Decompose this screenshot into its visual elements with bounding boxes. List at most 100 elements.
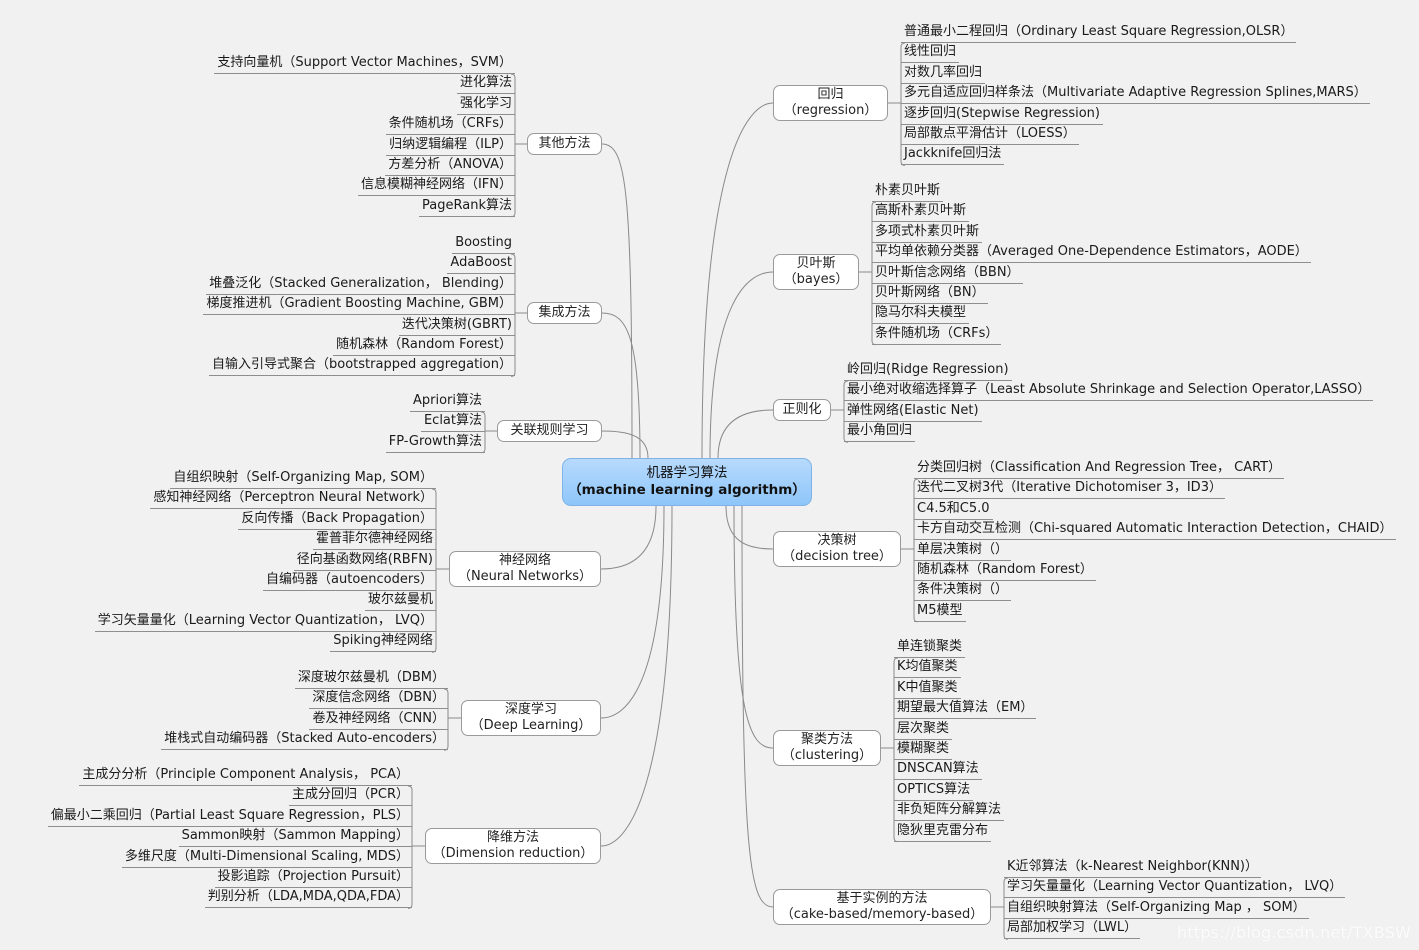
- leaf-item[interactable]: 非负矩阵分解算法: [894, 802, 1005, 822]
- leaf-item[interactable]: Boosting: [452, 235, 515, 254]
- branch-label-en: （bayes）: [783, 272, 849, 287]
- leaf-item[interactable]: 深度玻尔兹曼机（DBM）: [294, 670, 448, 689]
- leaf-item[interactable]: 平均单依赖分类器（Averaged One-Dependence Estimat…: [872, 244, 1311, 264]
- leaf-item[interactable]: 最小角回归: [844, 423, 916, 443]
- leaf-item[interactable]: 强化学习: [456, 96, 515, 115]
- leaf-item[interactable]: 信息模糊神经网络（IFN）: [357, 177, 515, 197]
- connector-root-regularization: [717, 409, 774, 459]
- leaf-item[interactable]: 霍普菲尔德神经网络: [312, 531, 436, 551]
- leaf-item[interactable]: 层次聚类: [894, 721, 953, 740]
- leaf-item[interactable]: 对数几率回归: [901, 65, 986, 84]
- leaf-item[interactable]: 条件随机场（CRFs）: [385, 116, 515, 136]
- branch-node-bayes[interactable]: 贝叶斯 （bayes）: [773, 254, 859, 290]
- leaf-item[interactable]: 模糊聚类: [894, 741, 953, 760]
- leaf-item[interactable]: K均值聚类: [894, 659, 961, 679]
- leaf-item[interactable]: Sammon映射（Sammon Mapping）: [178, 828, 412, 848]
- leaf-item[interactable]: PageRank算法: [419, 198, 515, 217]
- leaf-item[interactable]: K中值聚类: [894, 680, 961, 699]
- leaf-item[interactable]: 线性回归: [901, 44, 960, 64]
- mind-map-canvas: 机器学习算法 （machine learning algorithm） 其他方法…: [0, 0, 1419, 950]
- leaf-item[interactable]: 分类回归树（Classification And Regression Tree…: [914, 460, 1285, 479]
- branch-node-other-methods[interactable]: 其他方法: [527, 133, 602, 155]
- leaf-item[interactable]: 感知神经网络（Perceptron Neural Network）: [150, 490, 436, 510]
- leaf-item[interactable]: 单连锁聚类: [894, 639, 966, 658]
- leaf-item[interactable]: 自组织映射（Self-Organizing Map, SOM）: [170, 470, 436, 489]
- leaf-item[interactable]: K近邻算法（k-Nearest Neighbor(KNN)）: [1004, 859, 1261, 878]
- leaf-item[interactable]: 玻尔兹曼机: [364, 592, 436, 612]
- leaf-item[interactable]: 局部加权学习（LWL）: [1004, 920, 1141, 940]
- leaf-item[interactable]: 高斯朴素贝叶斯: [872, 203, 970, 223]
- leaf-item[interactable]: 贝叶斯信念网络（BBN）: [872, 265, 1023, 284]
- leaf-item[interactable]: 隐狄里克雷分布: [894, 823, 992, 842]
- leaf-item[interactable]: 方差分析（ANOVA）: [385, 157, 515, 176]
- leaf-item[interactable]: M5模型: [914, 603, 966, 622]
- leaf-item[interactable]: 堆叠泛化（Stacked Generalization， Blending）: [206, 276, 515, 295]
- leaf-item[interactable]: 多维尺度（Multi-Dimensional Scaling, MDS）: [121, 849, 412, 868]
- leaf-item[interactable]: 进化算法: [456, 75, 515, 95]
- branch-node-neural-networks[interactable]: 神经网络 （Neural Networks）: [449, 551, 601, 587]
- leaf-item[interactable]: 迭代二叉树3代（Iterative Dichotomiser 3，ID3）: [914, 480, 1225, 500]
- leaf-item[interactable]: 迭代决策树(GBRT): [398, 317, 515, 336]
- branch-node-regression[interactable]: 回归 （regression）: [773, 85, 888, 121]
- leaf-item[interactable]: 朴素贝叶斯: [872, 183, 944, 202]
- leaf-item[interactable]: 卡方自动交互检测（Chi-squared Automatic Interacti…: [914, 521, 1396, 541]
- branch-node-regularization[interactable]: 正则化: [773, 399, 831, 421]
- leaf-item[interactable]: 学习矢量量化（Learning Vector Quantization， LVQ…: [1004, 879, 1346, 899]
- connector-root-clustering: [733, 505, 774, 749]
- leaf-item[interactable]: 逐步回归(Stepwise Regression): [901, 106, 1103, 125]
- leaf-item[interactable]: 反向传播（Back Propagation）: [238, 511, 436, 530]
- leaf-item[interactable]: 条件决策树（）: [914, 582, 1012, 602]
- leaf-item[interactable]: DNSCAN算法: [894, 761, 982, 781]
- branch-node-dimension-reduction[interactable]: 降维方法 （Dimension reduction）: [425, 828, 601, 864]
- branch-label-en: （Dimension reduction）: [432, 846, 594, 861]
- branch-node-ensemble-methods[interactable]: 集成方法: [527, 302, 602, 324]
- leaf-item[interactable]: 岭回归(Ridge Regression): [844, 362, 1012, 381]
- leaf-item[interactable]: 归纳逻辑编程（ILP）: [386, 137, 515, 156]
- leaf-item[interactable]: 多元自适应回归样条法（Multivariate Adaptive Regress…: [901, 85, 1370, 105]
- leaf-item[interactable]: Eclat算法: [420, 413, 485, 433]
- leaf-item[interactable]: 判别分析（LDA,MDA,QDA,FDA）: [204, 889, 412, 909]
- root-node[interactable]: 机器学习算法 （machine learning algorithm）: [562, 458, 812, 506]
- leaf-item[interactable]: 支持向量机（Support Vector Machines，SVM）: [214, 55, 515, 74]
- leaf-item[interactable]: 普通最小二程回归（Ordinary Least Square Regressio…: [901, 24, 1297, 43]
- leaf-item[interactable]: 学习矢量量化（Learning Vector Quantization， LVQ…: [94, 613, 436, 632]
- branch-label-en: （clustering）: [781, 748, 873, 763]
- leaf-item[interactable]: FP-Growth算法: [385, 434, 485, 453]
- leaf-item[interactable]: 自输入引导式聚合（bootstrapped aggregation）: [209, 357, 515, 377]
- leaf-item[interactable]: 梯度推进机（Gradient Boosting Machine, GBM）: [203, 296, 515, 316]
- leaf-item[interactable]: 期望最大值算法（EM）: [894, 700, 1037, 720]
- leaf-item[interactable]: Spiking神经网络: [330, 633, 436, 653]
- leaf-item[interactable]: 自编码器（autoencoders）: [263, 572, 436, 591]
- leaf-item[interactable]: 局部散点平滑估计（LOESS）: [901, 126, 1079, 145]
- leaf-item[interactable]: C4.5和C5.0: [914, 501, 993, 520]
- leaf-item[interactable]: 随机森林（Random Forest）: [333, 337, 515, 356]
- leaf-item[interactable]: 隐马尔科夫模型: [872, 305, 970, 325]
- branch-node-association-rule-learning[interactable]: 关联规则学习: [497, 420, 602, 442]
- leaf-item[interactable]: OPTICS算法: [894, 782, 974, 801]
- leaf-item[interactable]: AdaBoost: [447, 255, 515, 275]
- leaf-item[interactable]: 主成分分析（Principle Component Analysis， PCA）: [79, 767, 412, 786]
- branch-node-instance-based[interactable]: 基于实例的方法 （cake-based/memory-based）: [773, 889, 991, 925]
- leaf-item[interactable]: 自组织映射算法（Self-Organizing Map ， SOM）: [1004, 900, 1309, 919]
- branch-node-deep-learning[interactable]: 深度学习 （Deep Learning）: [461, 700, 601, 736]
- leaf-item[interactable]: 弹性网络(Elastic Net): [844, 403, 982, 422]
- leaf-item[interactable]: Jackknife回归法: [901, 146, 1005, 166]
- connector-root-decision-tree: [725, 505, 774, 550]
- leaf-item[interactable]: 投影追踪（Projection Pursuit）: [214, 869, 412, 888]
- leaf-item[interactable]: 随机森林（Random Forest）: [914, 562, 1096, 581]
- leaf-item[interactable]: 条件随机场（CRFs）: [872, 326, 1002, 345]
- leaf-item[interactable]: 最小绝对收缩选择算子（Least Absolute Shrinkage and …: [844, 382, 1374, 402]
- leaf-item[interactable]: 贝叶斯网络（BN）: [872, 285, 988, 304]
- leaf-item[interactable]: 卷及神经网络（CNN）: [309, 711, 448, 730]
- leaf-item[interactable]: 多项式朴素贝叶斯: [872, 224, 983, 243]
- connector-root-regression: [701, 102, 774, 459]
- leaf-item[interactable]: 单层决策树（）: [914, 542, 1012, 561]
- leaf-item[interactable]: 深度信念网络（DBN）: [309, 690, 448, 710]
- leaf-item[interactable]: 堆栈式自动编码器（Stacked Auto-encoders）: [161, 731, 448, 751]
- branch-node-decision-tree[interactable]: 决策树 （decision tree）: [773, 531, 901, 567]
- leaf-item[interactable]: 偏最小二乘回归（Partial Least Square Regression，…: [47, 808, 412, 827]
- leaf-item[interactable]: Apriori算法: [409, 393, 485, 412]
- leaf-item[interactable]: 主成分回归（PCR）: [289, 787, 412, 807]
- branch-node-clustering[interactable]: 聚类方法 （clustering）: [773, 730, 881, 766]
- leaf-item[interactable]: 径向基函数网络(RBFN): [293, 552, 436, 571]
